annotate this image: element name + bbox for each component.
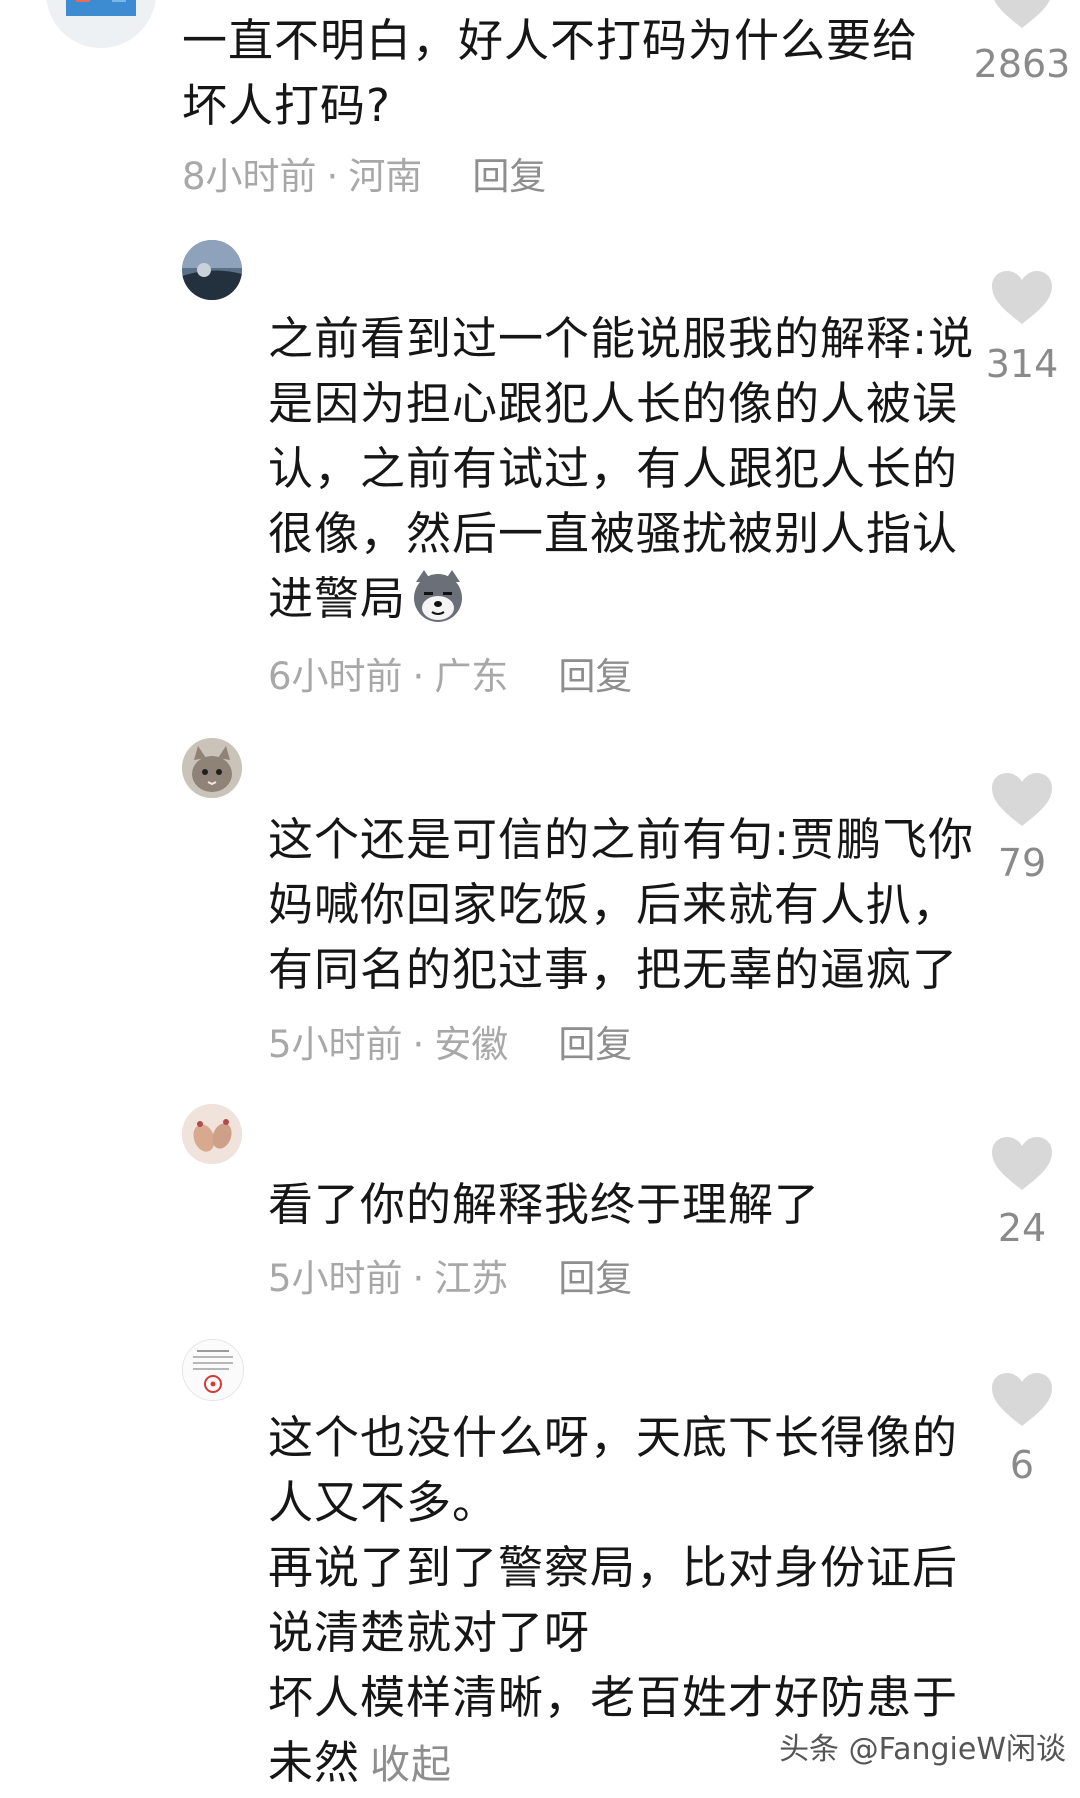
comment-line: 一直不明白，好人不打码为什么要给 [182,14,919,67]
separator: · [326,155,339,198]
comment-time: 5小时前 [268,1257,403,1300]
comment-line: 妈喊你回家吃饭，后来就有人扒， [268,878,959,931]
comment-line: 有同名的犯过事，把无辜的逼疯了 [268,943,959,996]
comment-region: 河南 [348,155,423,198]
comment-line: 认，之前有试过，有人跟犯人长的 [268,442,959,495]
comment-line: 说清楚就对了呀 [268,1606,591,1659]
comment-time: 6小时前 [268,655,403,698]
avatar[interactable] [182,738,242,798]
comment-meta: 6小时前 · 广东 回复 [268,655,632,699]
comment-line-text: 进警局 [268,572,407,625]
comment-line: 再说了到了警察局，比对身份证后 [268,1541,959,1594]
comment-line: 这个也没什么呀，天底下长得像的 [268,1411,959,1464]
watermark: 头条 @FangieW闲谈 [779,1732,1066,1767]
comment-meta: 8小时前 · 河南 回复 [182,155,546,199]
reply-button[interactable]: 回复 [558,1257,632,1300]
comment-region: 安徽 [434,1023,509,1066]
comment-meta: 5小时前 · 江苏 回复 [268,1257,632,1301]
heart-icon [992,271,1052,324]
separator: · [412,1257,425,1300]
comment-line: 这个还是可信的之前有句:贾鹏飞你 [268,813,975,866]
like-count: 79 [997,841,1047,885]
like-button[interactable] [990,0,1054,30]
like-count: 6 [1009,1443,1035,1487]
heart-icon [992,1373,1052,1426]
comment-line: 坏人模样清晰，老百姓才好防患于 [268,1671,959,1724]
avatar[interactable] [46,0,156,48]
comment-line-text: 未然 [268,1736,361,1789]
heart-icon [992,773,1052,826]
like-button[interactable] [990,1136,1054,1192]
comment-line: 看了你的解释我终于理解了 [268,1178,821,1231]
reply-button[interactable]: 回复 [472,155,546,198]
like-count: 24 [997,1206,1047,1250]
comment-region: 广东 [434,655,509,698]
like-count: 2863 [973,42,1071,86]
heart-icon [992,1137,1052,1190]
dog-emoji [414,570,463,622]
comment-time: 8小时前 [182,155,317,198]
avatar[interactable] [182,240,242,300]
comment-meta: 5小时前 · 安徽 回复 [268,1023,632,1067]
avatar[interactable] [182,1104,242,1164]
reply-button[interactable]: 回复 [558,655,632,698]
comment-text: 一直不明白，好人不打码为什么要给 坏人打码? [182,8,918,138]
comment-line: 人又不多。 [268,1476,499,1529]
comment-line: 之前看到过一个能说服我的解释:说 [268,312,975,365]
avatar[interactable] [182,1339,244,1401]
comment-line: 进警局 [268,566,974,631]
comment-time: 5小时前 [268,1023,403,1066]
comment-line: 是因为担心跟犯人长的像的人被误 [268,377,959,430]
comment-text: 看了你的解释我终于理解了 [268,1172,820,1237]
collapse-button[interactable]: 收起 [370,1742,452,1788]
like-button[interactable] [990,772,1054,828]
separator: · [412,1023,425,1066]
comment-line: 很像，然后一直被骚扰被别人指认 [268,507,959,560]
comment-text: 之前看到过一个能说服我的解释:说 是因为担心跟犯人长的像的人被误 认，之前有试过… [268,306,974,631]
comment-line: 坏人打码? [182,79,391,132]
like-button[interactable] [990,270,1054,326]
comment-text: 这个还是可信的之前有句:贾鹏飞你 妈喊你回家吃饭，后来就有人扒， 有同名的犯过事… [268,807,974,1002]
heart-icon [994,0,1050,28]
reply-button[interactable]: 回复 [558,1023,632,1066]
comment-region: 江苏 [434,1257,509,1300]
like-count: 314 [985,342,1059,386]
separator: · [412,655,425,698]
like-button[interactable] [990,1372,1054,1428]
